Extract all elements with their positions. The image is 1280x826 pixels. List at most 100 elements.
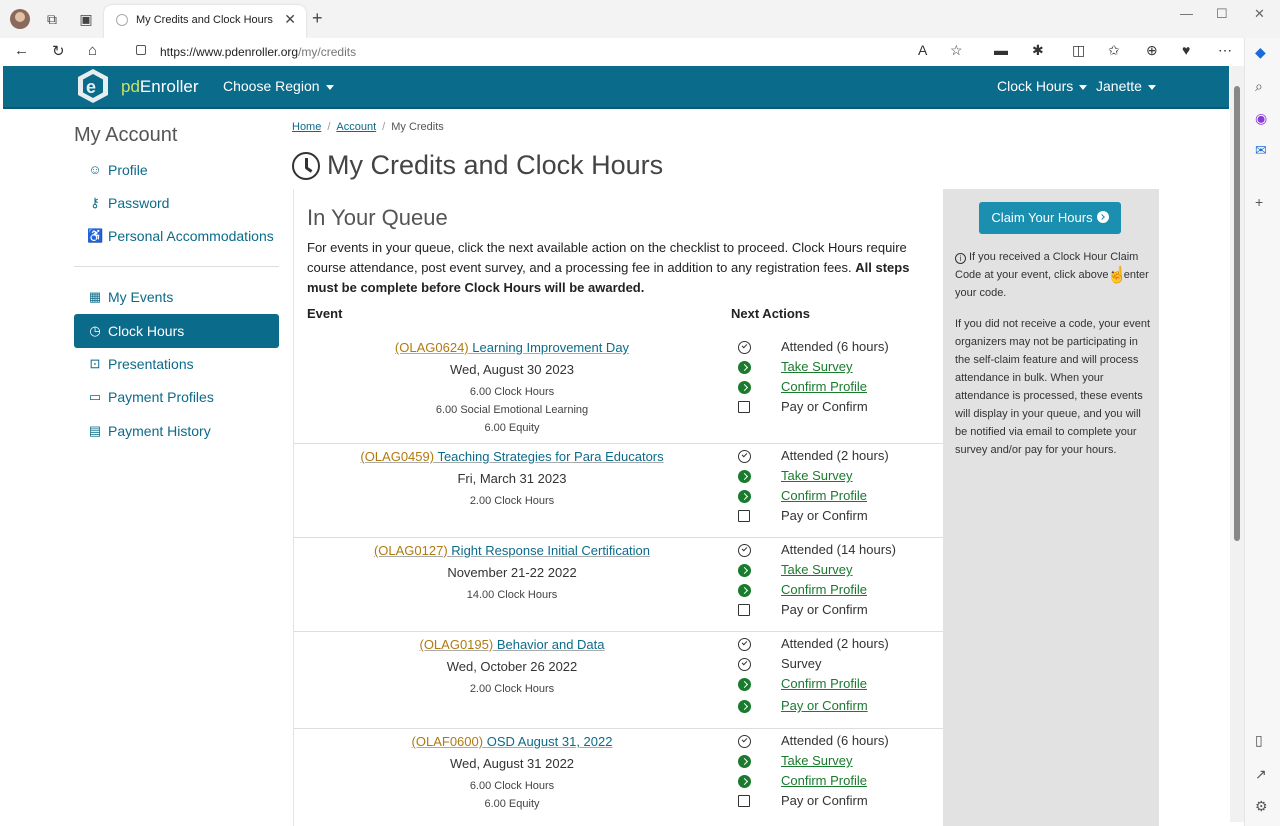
next-action-label[interactable]: Confirm Profile: [781, 582, 867, 597]
clock-icon: [292, 152, 320, 180]
sidebar-item-payment-profiles[interactable]: ▭ Payment Profiles: [74, 380, 279, 414]
browser-tab-strip: ⧉ ▣ My Credits and Clock Hours ✕ + — ☐ ✕: [0, 0, 1280, 38]
breadcrumb-account[interactable]: Account: [336, 121, 376, 133]
event-name[interactable]: Behavior and Data: [497, 637, 605, 652]
sidebar-item-presentations[interactable]: ⊡ Presentations: [74, 347, 279, 381]
event-code[interactable]: (OLAG0459): [360, 449, 434, 464]
event-title-link[interactable]: (OLAG0624) Learning Improvement Day: [294, 340, 730, 355]
new-tab-icon[interactable]: +: [312, 8, 323, 29]
url-path: /my/credits: [298, 45, 357, 59]
event-name[interactable]: Learning Improvement Day: [472, 340, 629, 355]
next-action-label[interactable]: Take Survey: [781, 753, 853, 768]
event-title-link[interactable]: (OLAG0195) Behavior and Data: [294, 637, 730, 652]
close-window-icon[interactable]: ✕: [1254, 6, 1265, 22]
sidebar-item-password[interactable]: ⚷ Password: [74, 186, 279, 220]
event-name[interactable]: Right Response Initial Certification: [451, 543, 650, 558]
search-icon[interactable]: ⌕: [1255, 78, 1263, 95]
breadcrumb-home[interactable]: Home: [292, 121, 321, 133]
check-circle-icon: [738, 544, 751, 557]
presentation-icon: ⊡: [89, 356, 101, 371]
event-title-link[interactable]: (OLAG0127) Right Response Initial Certif…: [294, 543, 730, 558]
home-icon[interactable]: ⌂: [88, 42, 97, 59]
event-name[interactable]: OSD August 31, 2022: [487, 734, 613, 749]
next-action-label[interactable]: Take Survey: [781, 562, 853, 577]
settings-gear-icon[interactable]: ⚙: [1255, 798, 1268, 815]
event-row: (OLAG0127) Right Response Initial Certif…: [294, 538, 944, 632]
event-hours: 6.00 Equity: [484, 422, 540, 434]
back-icon[interactable]: ←: [14, 42, 29, 59]
event-code[interactable]: (OLAG0127): [374, 543, 448, 558]
outlook-icon[interactable]: ✉: [1255, 142, 1267, 159]
workspaces-icon[interactable]: ⧉: [44, 11, 60, 27]
collections-icon[interactable]: ⊕: [1146, 42, 1158, 59]
event-hours: 6.00 Clock Hours: [469, 780, 555, 792]
next-action-label[interactable]: Take Survey: [781, 359, 853, 374]
sidebar-toggle-icon[interactable]: ▯: [1255, 732, 1263, 749]
next-action-label[interactable]: Confirm Profile: [781, 379, 867, 394]
event-row: (OLAG0459) Teaching Strategies for Para …: [294, 444, 944, 538]
credit-card-icon: ▭: [88, 389, 102, 404]
sidebar-item-my-events[interactable]: ▦ My Events: [74, 280, 279, 314]
favorites-icon[interactable]: ✩: [1108, 42, 1120, 59]
choose-region-dropdown[interactable]: Choose Region: [223, 78, 334, 94]
claim-bulk-info-text: If you did not receive a code, your even…: [955, 318, 1151, 456]
event-hours: 14.00 Clock Hours: [466, 589, 558, 601]
arrow-right-circle-icon: [738, 361, 751, 374]
refresh-icon[interactable]: ↻: [52, 42, 65, 60]
receipt-icon: ▤: [88, 423, 102, 438]
url-field[interactable]: https://www.pdenroller.org/my/credits: [120, 41, 980, 63]
more-menu-icon[interactable]: ⋯: [1218, 42, 1232, 59]
read-aloud-icon[interactable]: A: [918, 42, 927, 58]
event-code[interactable]: (OLAG0195): [419, 637, 493, 652]
sidebar-item-payment-history[interactable]: ▤ Payment History: [74, 414, 279, 448]
clock-hours-dropdown[interactable]: Clock Hours: [997, 78, 1088, 94]
favorite-star-icon[interactable]: ☆: [950, 42, 963, 59]
next-action-label: Attended (6 hours): [781, 339, 889, 354]
scrollbar-thumb[interactable]: [1234, 86, 1240, 541]
pdenroller-logo-icon[interactable]: e: [77, 68, 109, 104]
close-tab-icon[interactable]: ✕: [284, 11, 296, 28]
add-sidebar-icon[interactable]: +: [1255, 194, 1263, 210]
event-code[interactable]: (OLAF0600): [412, 734, 484, 749]
next-action-label[interactable]: Confirm Profile: [781, 773, 867, 788]
checkbox-icon[interactable]: [738, 401, 750, 413]
tab-actions-icon[interactable]: ▣: [78, 11, 94, 27]
brand-name[interactable]: pdEnroller: [121, 77, 199, 97]
user-menu-dropdown[interactable]: Janette: [1096, 78, 1156, 94]
extension-icon[interactable]: ▬: [994, 42, 1008, 58]
checkbox-icon[interactable]: [738, 604, 750, 616]
next-action-label: Attended (6 hours): [781, 733, 889, 748]
split-screen-icon[interactable]: ◫: [1072, 42, 1085, 59]
tab-favicon-icon: [116, 14, 128, 26]
sidebar-item-personal-accommodations[interactable]: ♿ Personal Accommodations: [74, 219, 279, 253]
event-name[interactable]: Teaching Strategies for Para Educators: [437, 449, 663, 464]
sidebar-item-clock-hours[interactable]: ◷ Clock Hours: [74, 314, 279, 348]
accessibility-icon: ♿: [87, 228, 104, 243]
maximize-icon[interactable]: ☐: [1216, 6, 1228, 22]
next-action-label[interactable]: Take Survey: [781, 468, 853, 483]
event-code[interactable]: (OLAG0624): [395, 340, 469, 355]
next-action-label: Attended (2 hours): [781, 636, 889, 651]
page-scrollbar[interactable]: [1230, 66, 1244, 822]
arrow-right-circle-icon: [738, 564, 751, 577]
address-bar-row: ← ↻ ⌂ https://www.pdenroller.org/my/cred…: [0, 38, 1280, 65]
checkbox-icon[interactable]: [738, 795, 750, 807]
profile-avatar[interactable]: [10, 9, 30, 29]
browser-essentials-icon[interactable]: ♥: [1182, 42, 1190, 58]
next-action-label[interactable]: Confirm Profile: [781, 488, 867, 503]
sidebar-item-profile[interactable]: ☺ Profile: [74, 153, 279, 187]
next-action-label[interactable]: Confirm Profile: [781, 676, 867, 691]
event-hours: 6.00 Clock Hours: [469, 386, 555, 398]
event-title-link[interactable]: (OLAG0459) Teaching Strategies for Para …: [294, 449, 730, 464]
minimize-icon[interactable]: —: [1180, 6, 1193, 21]
browser-tab[interactable]: My Credits and Clock Hours ✕: [104, 5, 306, 38]
puzzle-icon[interactable]: ✱: [1032, 42, 1044, 59]
open-external-icon[interactable]: ↗: [1255, 766, 1267, 783]
next-action-label[interactable]: Pay or Confirm: [781, 698, 868, 713]
copilot-icon[interactable]: ◆: [1255, 44, 1266, 61]
office-icon[interactable]: ◉: [1255, 110, 1267, 127]
edge-sidebar: ◆ ⌕ ◉ ✉ + ▯ ↗ ⚙: [1244, 38, 1280, 826]
claim-your-hours-button[interactable]: Claim Your Hours: [979, 202, 1121, 234]
event-title-link[interactable]: (OLAF0600) OSD August 31, 2022: [294, 734, 730, 749]
checkbox-icon[interactable]: [738, 510, 750, 522]
